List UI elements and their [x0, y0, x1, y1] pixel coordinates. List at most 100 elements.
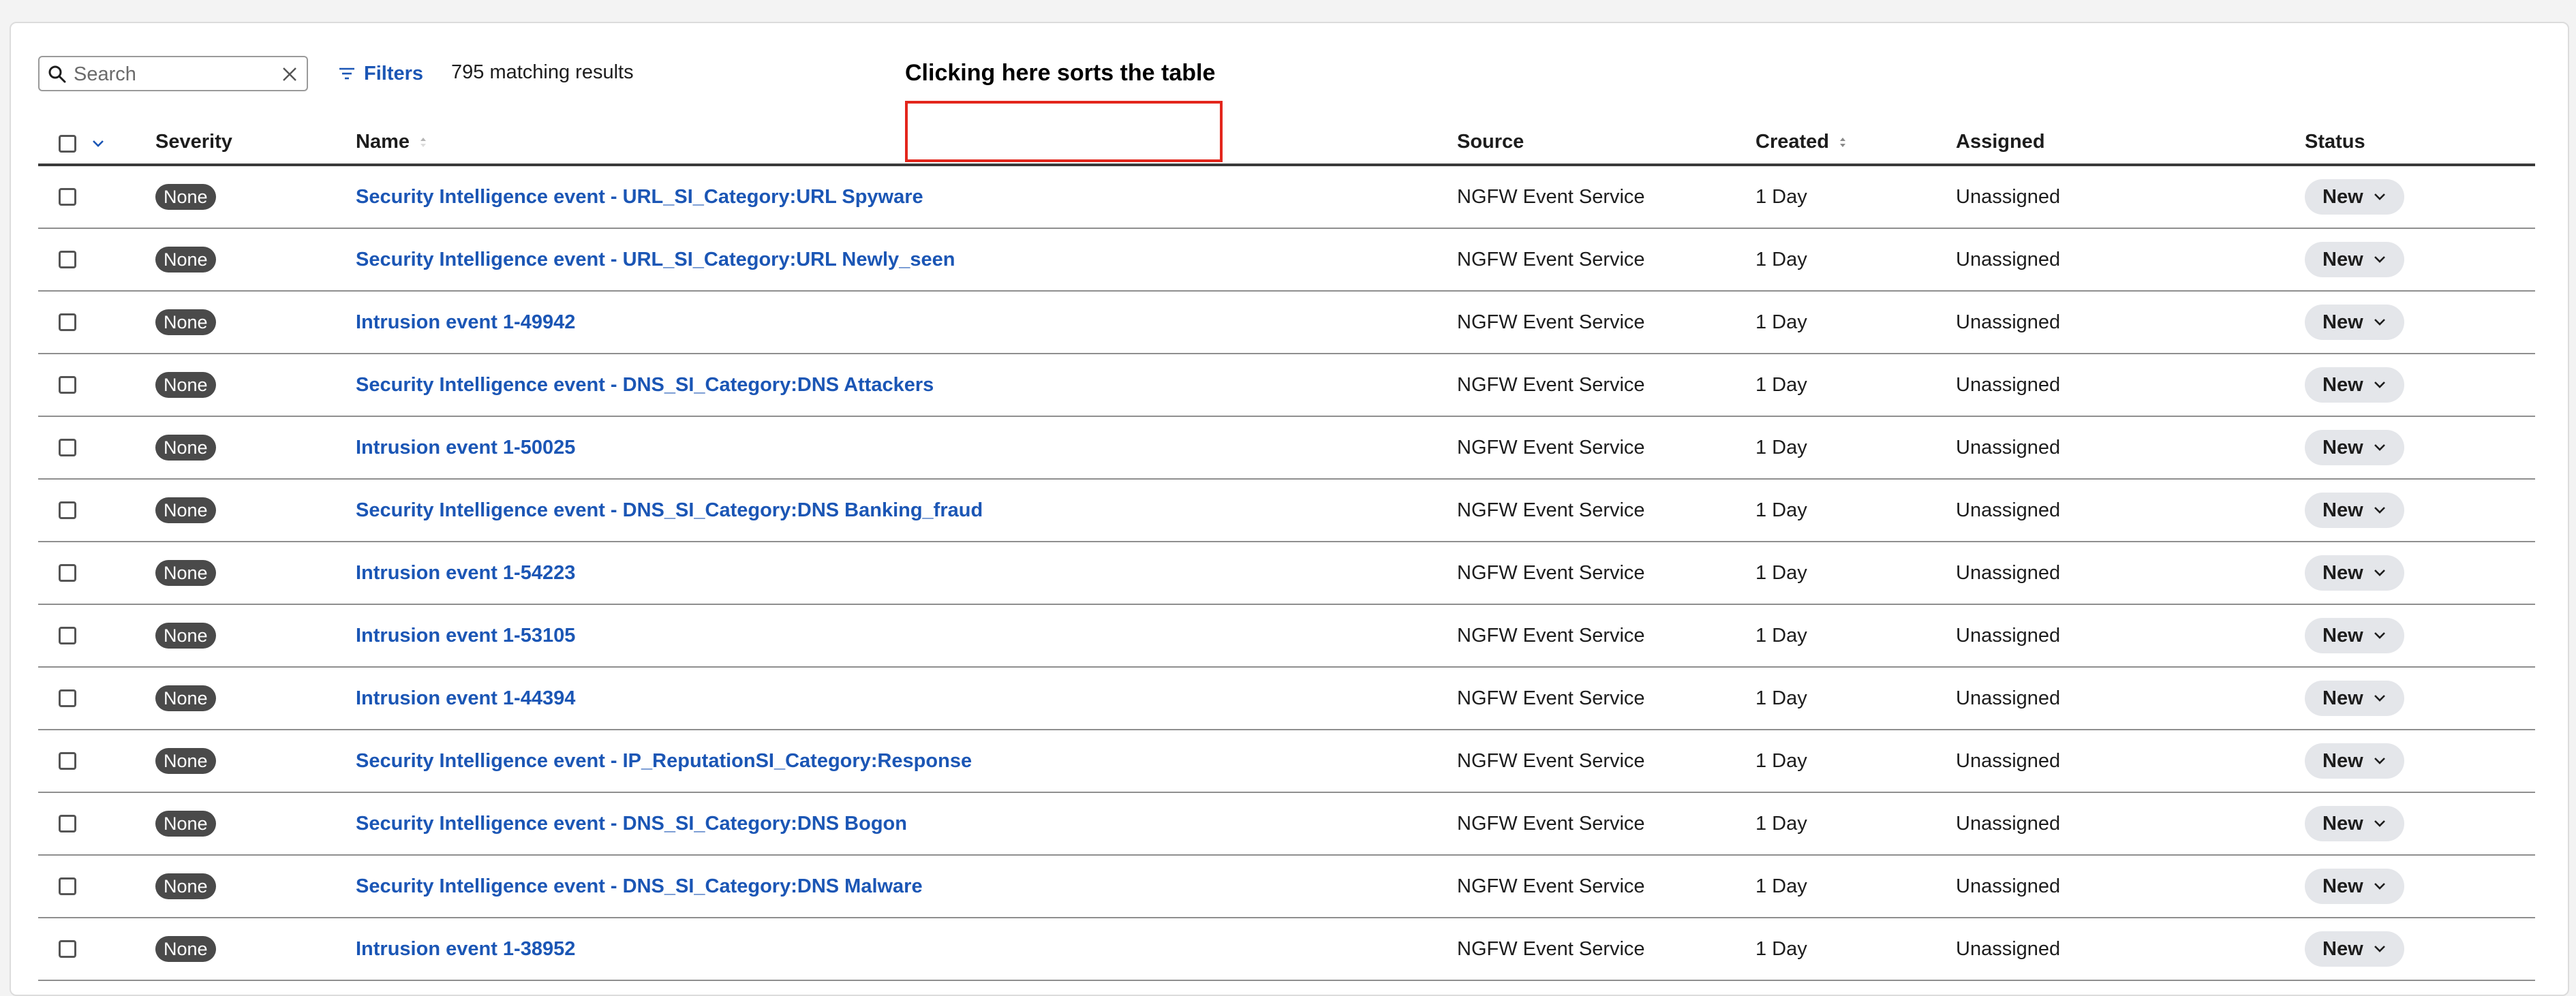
status-cell: New [2305, 918, 2404, 980]
chevron-down-icon [2374, 695, 2385, 702]
row-checkbox[interactable] [59, 877, 76, 895]
status-label: New [2322, 311, 2363, 333]
filter-icon [339, 67, 354, 80]
severity-cell: None [155, 166, 216, 228]
event-name-link[interactable]: Security Intelligence event - IP_Reputat… [356, 750, 972, 773]
chevron-down-icon [2374, 883, 2385, 890]
row-checkbox[interactable] [59, 752, 76, 770]
column-header-severity[interactable]: Severity [155, 131, 232, 153]
status-label: New [2322, 687, 2363, 709]
column-header-source[interactable]: Source [1457, 131, 1524, 153]
row-checkbox[interactable] [59, 689, 76, 707]
event-name-link[interactable]: Intrusion event 1-38952 [356, 938, 575, 961]
event-name-link[interactable]: Intrusion event 1-44394 [356, 687, 575, 710]
severity-cell: None [155, 668, 216, 729]
table-row: None Security Intelligence event - DNS_SI… [38, 354, 2535, 417]
clear-search-icon[interactable] [281, 65, 298, 83]
severity-cell: None [155, 856, 216, 917]
row-checkbox[interactable] [59, 564, 76, 582]
severity-badge: None [155, 372, 216, 398]
assigned-cell: Unassigned [1956, 812, 2061, 835]
row-checkbox[interactable] [59, 313, 76, 331]
status-dropdown[interactable]: New [2305, 179, 2404, 215]
assigned-cell: Unassigned [1956, 185, 2061, 208]
created-cell: 1 Day [1755, 248, 1807, 270]
created-cell: 1 Day [1755, 624, 1807, 647]
assigned-cell: Unassigned [1956, 875, 2061, 897]
created-cell: 1 Day [1755, 561, 1807, 584]
event-name-link[interactable]: Security Intelligence event - DNS_SI_Cat… [356, 499, 983, 522]
search-input[interactable] [74, 61, 271, 87]
severity-badge: None [155, 247, 216, 273]
chevron-down-icon [2374, 444, 2385, 451]
row-checkbox[interactable] [59, 940, 76, 958]
row-checkbox[interactable] [59, 188, 76, 206]
severity-badge: None [155, 623, 216, 649]
name-cell: Intrusion event 1-49942 [356, 292, 575, 353]
status-label: New [2322, 561, 2363, 584]
table-row: None Intrusion event 1-53105 NGFW Event Se… [38, 605, 2535, 668]
status-dropdown[interactable]: New [2305, 869, 2404, 904]
event-name-link[interactable]: Security Intelligence event - DNS_SI_Cat… [356, 374, 934, 396]
event-name-link[interactable]: Security Intelligence event - DNS_SI_Cat… [356, 813, 907, 835]
row-checkbox[interactable] [59, 251, 76, 268]
event-name-link[interactable]: Security Intelligence event - URL_SI_Cat… [356, 186, 923, 208]
status-label: New [2322, 624, 2363, 647]
source-cell: NGFW Event Service [1457, 185, 1645, 208]
status-dropdown[interactable]: New [2305, 367, 2404, 403]
table-row: None Intrusion event 1-38952 NGFW Event Se… [38, 918, 2535, 981]
column-header-status[interactable]: Status [2305, 131, 2365, 153]
row-checkbox[interactable] [59, 376, 76, 394]
chevron-down-icon[interactable] [91, 139, 105, 149]
event-name-link[interactable]: Intrusion event 1-49942 [356, 311, 575, 334]
column-header-created[interactable]: Created [1755, 131, 1847, 153]
event-name-link[interactable]: Security Intelligence event - DNS_SI_Cat… [356, 875, 923, 898]
name-cell: Intrusion event 1-53105 [356, 605, 575, 666]
status-label: New [2322, 749, 2363, 772]
assigned-cell: Unassigned [1956, 561, 2061, 584]
status-dropdown[interactable]: New [2305, 806, 2404, 841]
status-cell: New [2305, 166, 2404, 228]
chevron-down-icon [2374, 570, 2385, 576]
row-checkbox[interactable] [59, 501, 76, 519]
status-cell: New [2305, 542, 2404, 604]
chevron-down-icon [2374, 820, 2385, 827]
sort-icon[interactable] [1839, 135, 1847, 150]
created-cell: 1 Day [1755, 373, 1807, 396]
created-cell: 1 Day [1755, 311, 1807, 333]
table-header: Severity Name Source Created Assigned St… [38, 123, 2535, 166]
chevron-down-icon [2374, 946, 2385, 952]
chevron-down-icon [2374, 256, 2385, 263]
status-dropdown[interactable]: New [2305, 618, 2404, 653]
filters-button[interactable]: Filters [338, 59, 423, 89]
event-name-link[interactable]: Intrusion event 1-50025 [356, 437, 575, 459]
chevron-down-icon [2374, 382, 2385, 388]
name-cell: Intrusion event 1-38952 [356, 918, 575, 980]
status-dropdown[interactable]: New [2305, 931, 2404, 967]
event-name-link[interactable]: Intrusion event 1-54223 [356, 562, 575, 585]
column-header-assigned[interactable]: Assigned [1956, 131, 2045, 153]
row-checkbox[interactable] [59, 439, 76, 456]
status-dropdown[interactable]: New [2305, 242, 2404, 277]
source-cell: NGFW Event Service [1457, 875, 1645, 897]
status-dropdown[interactable]: New [2305, 493, 2404, 528]
column-header-name[interactable]: Name [356, 131, 427, 153]
severity-cell: None [155, 730, 216, 792]
status-dropdown[interactable]: New [2305, 430, 2404, 465]
status-label: New [2322, 185, 2363, 208]
sort-icon[interactable] [419, 135, 427, 150]
name-cell: Intrusion event 1-44394 [356, 668, 575, 729]
status-dropdown[interactable]: New [2305, 305, 2404, 340]
table-row: None Intrusion event 1-49942 NGFW Event Se… [38, 292, 2535, 354]
status-dropdown[interactable]: New [2305, 555, 2404, 591]
row-checkbox[interactable] [59, 627, 76, 644]
status-dropdown[interactable]: New [2305, 743, 2404, 779]
event-name-link[interactable]: Security Intelligence event - URL_SI_Cat… [356, 249, 955, 271]
name-cell: Intrusion event 1-54223 [356, 542, 575, 604]
event-name-link[interactable]: Intrusion event 1-53105 [356, 625, 575, 647]
select-all-checkbox[interactable] [59, 135, 76, 153]
status-dropdown[interactable]: New [2305, 681, 2404, 716]
table-row: None Intrusion event 1-50025 NGFW Event Se… [38, 417, 2535, 480]
row-checkbox[interactable] [59, 815, 76, 832]
source-cell: NGFW Event Service [1457, 311, 1645, 333]
